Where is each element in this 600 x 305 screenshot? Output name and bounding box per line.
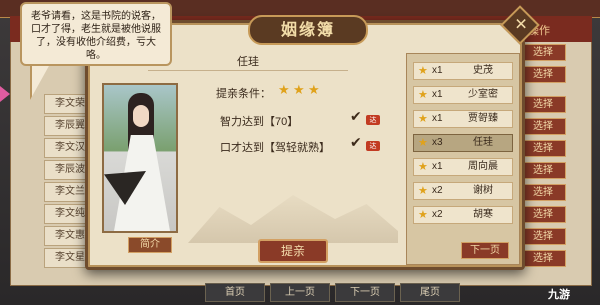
last-page-button[interactable]: 尾页 — [400, 283, 460, 302]
landscape-decoration — [188, 195, 398, 243]
bg-select-button[interactable]: 选择 — [520, 140, 566, 157]
star-icon: ★ — [418, 113, 428, 125]
candidate-item-selected[interactable]: ★ x3 任珪 — [413, 134, 513, 152]
character-portrait — [102, 83, 178, 233]
bg-select-button[interactable]: 选择 — [520, 66, 566, 83]
candidate-item[interactable]: ★ x1 史茂 — [413, 62, 513, 80]
candidate-item[interactable]: ★ x2 胡寒 — [413, 206, 513, 224]
bg-select-button[interactable]: 选择 — [520, 96, 566, 113]
first-page-button[interactable]: 首页 — [205, 283, 265, 302]
next-page-button-bg[interactable]: 下一页 — [335, 283, 395, 302]
star-icon: ★ — [418, 209, 428, 221]
pager: 首页 上一页 下一页 尾页 — [205, 283, 595, 303]
bg-select-button[interactable]: 选择 — [520, 118, 566, 135]
propose-button[interactable]: 提亲 — [258, 239, 328, 263]
check-stamp-icon: ✔ 达 — [350, 109, 386, 127]
star-icon: ★ — [293, 83, 305, 98]
bg-select-button[interactable]: 选择 — [520, 250, 566, 267]
check-stamp-icon: ✔ 达 — [350, 135, 386, 153]
watermark: 九游 — [548, 289, 570, 301]
star-icon: ★ — [278, 83, 290, 98]
requirement-intelligence: 智力达到【70】 — [220, 116, 299, 128]
star-icon: ★ — [418, 185, 428, 197]
speech-bubble: 老爷请看，这是书院的说客，口才了得，老生就是被他说服了，没有收他介绍费，亏大咯。 — [20, 2, 172, 66]
bg-select-button[interactable]: 选择 — [520, 44, 566, 61]
star-icon: ★ — [308, 83, 320, 98]
bg-select-button[interactable]: 选择 — [520, 228, 566, 245]
intro-button[interactable]: 简介 — [128, 237, 172, 253]
candidate-item[interactable]: ★ x1 贾哿臻 — [413, 110, 513, 128]
character-name: 任珪 — [148, 53, 348, 71]
close-icon: ✕ — [514, 14, 528, 34]
candidate-item[interactable]: ★ x1 周向晨 — [413, 158, 513, 176]
condition-label: 提亲条件： — [216, 88, 271, 100]
dialog-title: 姻缘簿 — [248, 15, 368, 45]
star-icon: ★ — [418, 137, 428, 149]
bg-select-button[interactable]: 选择 — [520, 206, 566, 223]
candidate-item[interactable]: ★ x2 谢树 — [413, 182, 513, 200]
next-page-button[interactable]: 下一页 — [461, 242, 509, 259]
requirement-eloquence: 口才达到【驾轻就熟】 — [220, 142, 330, 154]
candidate-list: ★ x1 史茂 ★ x1 少室密 ★ x1 贾哿臻 ★ x3 任珪 ★ x1 周… — [406, 53, 520, 265]
bg-select-button[interactable]: 选择 — [520, 162, 566, 179]
star-icon: ★ — [418, 161, 428, 173]
candidate-item[interactable]: ★ x1 少室密 — [413, 86, 513, 104]
star-icon: ★ — [418, 65, 428, 77]
star-icon: ★ — [418, 89, 428, 101]
prev-page-button[interactable]: 上一页 — [270, 283, 330, 302]
bg-select-button[interactable]: 选择 — [520, 184, 566, 201]
